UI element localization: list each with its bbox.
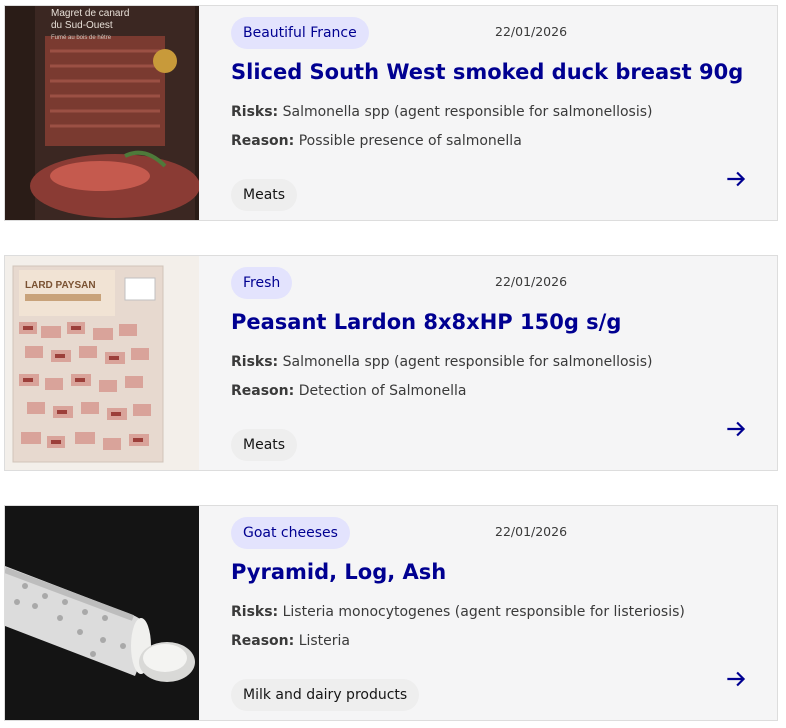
category-tag: Fresh — [231, 267, 293, 299]
product-category-chip: Meats — [231, 179, 298, 211]
image-label-line: Fumé au bois de hêtre — [51, 35, 112, 41]
recall-card[interactable]: Magret de canard du Sud-Ouest Fumé au bo… — [4, 5, 778, 221]
recall-date: 22/01/2026 — [495, 274, 568, 289]
reason-label: Reason: — [231, 633, 295, 649]
product-category-chip: Meats — [231, 429, 298, 461]
image-label-line: du Sud-Ouest — [51, 20, 113, 31]
product-title[interactable]: Sliced South West smoked duck breast 90g — [231, 60, 743, 84]
reason-text: Listeria — [294, 633, 351, 649]
risks-label: Risks: — [231, 104, 279, 120]
image-label-line: Magret de canard — [51, 8, 129, 19]
recall-card[interactable]: LARD PAYSAN Fresh 22/01/2026 Peasant Lar… — [4, 255, 778, 471]
risks-text: Salmonella spp (agent responsible for sa… — [278, 354, 653, 370]
reason-line: Reason: Detection of Salmonella — [231, 383, 467, 399]
reason-line: Reason: Possible presence of salmonella — [231, 133, 522, 149]
risks-line: Risks: Salmonella spp (agent responsible… — [231, 104, 652, 120]
risks-label: Risks: — [231, 354, 279, 370]
product-image-duck-breast: Magret de canard du Sud-Ouest Fumé au bo… — [5, 6, 199, 220]
recall-date: 22/01/2026 — [495, 524, 568, 539]
arrow-right-icon[interactable] — [723, 416, 749, 442]
recall-card[interactable]: Goat cheeses 22/01/2026 Pyramid, Log, As… — [4, 505, 778, 721]
product-title[interactable]: Pyramid, Log, Ash — [231, 560, 446, 584]
reason-text: Detection of Salmonella — [294, 383, 467, 399]
image-label-line: LARD PAYSAN — [25, 280, 96, 291]
risks-text: Listeria monocytogenes (agent responsibl… — [278, 604, 685, 620]
product-image-goat-cheese-log — [5, 506, 199, 720]
category-tag: Goat cheeses — [231, 517, 350, 549]
arrow-right-icon[interactable] — [723, 166, 749, 192]
risks-line: Risks: Listeria monocytogenes (agent res… — [231, 604, 685, 620]
reason-line: Reason: Listeria — [231, 633, 350, 649]
risks-line: Risks: Salmonella spp (agent responsible… — [231, 354, 652, 370]
risks-label: Risks: — [231, 604, 279, 620]
risks-text: Salmonella spp (agent responsible for sa… — [278, 104, 653, 120]
reason-text: Possible presence of salmonella — [294, 133, 522, 149]
reason-label: Reason: — [231, 133, 295, 149]
reason-label: Reason: — [231, 383, 295, 399]
recall-date: 22/01/2026 — [495, 24, 568, 39]
category-tag: Beautiful France — [231, 17, 369, 49]
product-image-lardons: LARD PAYSAN — [5, 256, 199, 470]
product-title[interactable]: Peasant Lardon 8x8xHP 150g s/g — [231, 310, 621, 334]
arrow-right-icon[interactable] — [723, 666, 749, 692]
product-category-chip: Milk and dairy products — [231, 679, 420, 711]
